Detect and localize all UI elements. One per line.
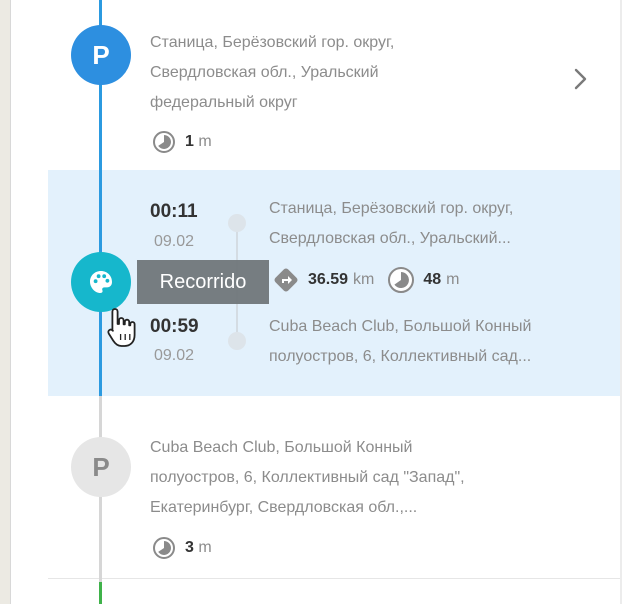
address-line: Екатеринбург, Свердловская обл.,... bbox=[150, 499, 418, 516]
hand-cursor-icon bbox=[107, 308, 136, 347]
parking-marker[interactable]: P bbox=[71, 437, 131, 497]
palette-icon bbox=[90, 271, 112, 293]
address-line: Cuba Beach Club, Большой Конный bbox=[150, 439, 413, 456]
address-line: Cuba Beach Club, Большой Конный bbox=[269, 318, 532, 335]
map-area-edge[interactable] bbox=[0, 0, 10, 604]
trip-end-date: 09.02 bbox=[154, 347, 195, 364]
parking-marker-label: P bbox=[92, 39, 110, 70]
clock-icon bbox=[388, 267, 415, 293]
trip-marker[interactable] bbox=[71, 252, 131, 312]
address-line: Свердловская обл., Уральский... bbox=[269, 230, 511, 247]
duration-value: 48 bbox=[423, 271, 442, 288]
duration-unit: m bbox=[198, 133, 212, 150]
trip-start-address: Станица, Берёзовский гор. округ, Свердло… bbox=[269, 194, 609, 254]
parking-duration: 3 m bbox=[152, 536, 212, 560]
duration-unit: m bbox=[198, 539, 212, 556]
trip-start-time: 00:11 bbox=[150, 201, 198, 222]
duration-value: 1 bbox=[185, 133, 194, 150]
parking-marker[interactable]: P bbox=[71, 25, 131, 85]
tooltip: Recorrido bbox=[137, 260, 269, 304]
address-line: полуостров, 6, Коллективный сад "Запад", bbox=[150, 469, 465, 486]
clock-icon bbox=[153, 537, 175, 559]
trip-stats: 36.59 km 48 m bbox=[272, 266, 460, 294]
parking-duration: 1 m bbox=[152, 130, 212, 154]
chevron-right-icon[interactable] bbox=[571, 64, 591, 94]
trip-end-time: 00:59 bbox=[150, 316, 199, 337]
address-line: Станица, Берёзовский гор. округ, bbox=[269, 200, 514, 217]
route-end-dot bbox=[228, 332, 246, 350]
clock-icon bbox=[153, 131, 175, 153]
trip-end-address: Cuba Beach Club, Большой Конный полуостр… bbox=[269, 312, 609, 372]
panel-gutter bbox=[10, 0, 48, 604]
parking-address: Станица, Берёзовский гор. округ, Свердло… bbox=[150, 28, 570, 118]
timeline-line-next bbox=[99, 582, 102, 604]
duration-unit: m bbox=[446, 271, 460, 288]
address-line: Станица, Берёзовский гор. округ, bbox=[150, 34, 395, 51]
address-line: Свердловская обл., Уральский bbox=[150, 64, 379, 81]
divider bbox=[48, 578, 620, 579]
duration-value: 3 bbox=[185, 539, 194, 556]
address-line: полуостров, 6, Коллективный сад... bbox=[269, 348, 532, 365]
distance-value: 36.59 bbox=[308, 271, 349, 288]
address-line: федеральный округ bbox=[150, 94, 298, 111]
trip-start-date: 09.02 bbox=[154, 233, 195, 250]
distance-unit: km bbox=[353, 271, 375, 288]
route-distance-icon bbox=[274, 268, 298, 292]
parking-address: Cuba Beach Club, Большой Конный полуостр… bbox=[150, 433, 570, 523]
route-start-dot bbox=[228, 214, 246, 232]
parking-marker-label: P bbox=[92, 451, 110, 482]
